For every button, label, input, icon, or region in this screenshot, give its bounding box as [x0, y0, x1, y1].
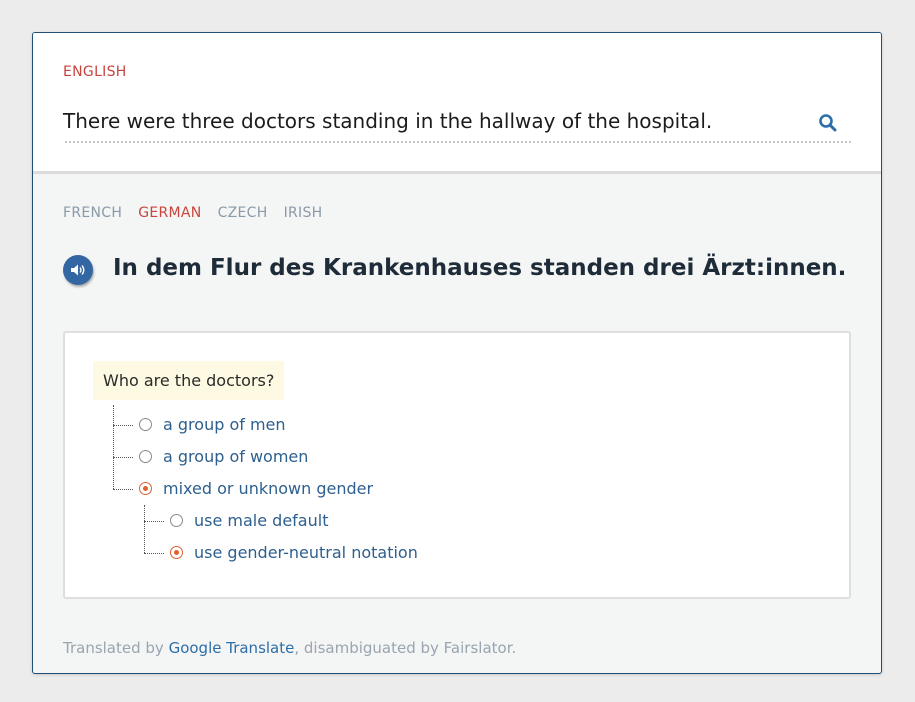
source-input-underline [65, 141, 851, 143]
target-language-tabs: FRENCH GERMAN CZECH IRISH [63, 205, 322, 221]
footer-suffix: , disambiguated by Fairslator. [294, 639, 517, 657]
radio-button[interactable] [139, 418, 152, 431]
disambiguation-question: Who are the doctors? [93, 361, 285, 400]
disambiguation-panel: Who are the doctors? a group of men a gr… [63, 331, 851, 599]
option-label: a group of women [163, 447, 309, 466]
option-label: mixed or unknown gender [163, 479, 374, 498]
search-icon[interactable] [818, 113, 838, 133]
tree-connector [113, 425, 133, 426]
source-section: ENGLISH There were three doctors standin… [33, 33, 881, 174]
tree-connector [144, 505, 145, 553]
tab-french[interactable]: FRENCH [63, 205, 122, 221]
google-translate-link[interactable]: Google Translate [169, 639, 295, 657]
translation-text: In dem Flur des Krankenhauses standen dr… [113, 255, 847, 281]
option-label: use male default [194, 511, 329, 530]
tab-czech[interactable]: CZECH [218, 205, 268, 221]
radio-button-selected[interactable] [170, 546, 183, 559]
speaker-icon[interactable] [63, 255, 93, 285]
radio-button[interactable] [170, 514, 183, 527]
option-label: a group of men [163, 415, 286, 434]
tree-connector [113, 457, 133, 458]
tab-irish[interactable]: IRISH [284, 205, 323, 221]
option-mixed-or-unknown[interactable]: mixed or unknown gender [139, 479, 373, 498]
source-language-label: ENGLISH [63, 64, 127, 80]
option-label: use gender-neutral notation [194, 543, 418, 562]
tree-connector [144, 521, 164, 522]
tab-german[interactable]: GERMAN [138, 205, 201, 221]
option-gender-neutral[interactable]: use gender-neutral notation [170, 543, 418, 562]
translator-card: ENGLISH There were three doctors standin… [32, 32, 882, 674]
attribution-footer: Translated by Google Translate, disambig… [63, 639, 516, 657]
footer-prefix: Translated by [63, 639, 169, 657]
tree-connector [113, 405, 114, 489]
tree-connector [113, 489, 133, 490]
option-male-default[interactable]: use male default [170, 511, 328, 530]
radio-button[interactable] [139, 450, 152, 463]
radio-button-selected[interactable] [139, 482, 152, 495]
option-group-of-women[interactable]: a group of women [139, 447, 308, 466]
option-group-of-men[interactable]: a group of men [139, 415, 286, 434]
source-text-input[interactable]: There were three doctors standing in the… [63, 109, 712, 133]
tree-connector [144, 553, 164, 554]
